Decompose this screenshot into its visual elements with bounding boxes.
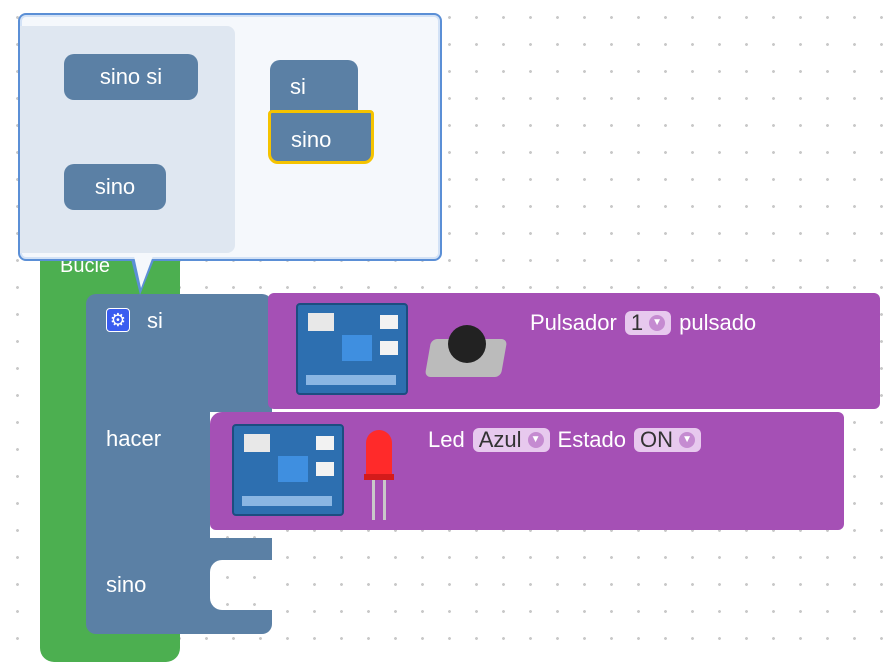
flyout-else-if-block[interactable]: sino si (64, 54, 198, 100)
led-color-value: Azul (478, 427, 522, 452)
mutator-else-block-selected[interactable]: sino (268, 110, 374, 164)
led-color-dropdown[interactable]: Azul ▼ (472, 427, 550, 452)
red-led-icon (362, 430, 396, 522)
button-block-prefix: Pulsador (530, 310, 617, 335)
chevron-down-icon: ▼ (679, 432, 696, 448)
arduino-board-icon (296, 303, 408, 395)
flyout-else-block[interactable]: sino (64, 164, 166, 210)
gear-icon[interactable]: ⚙ (106, 308, 130, 332)
arduino-board-icon (232, 424, 344, 516)
chevron-down-icon: ▼ (649, 315, 666, 331)
mutator-if-container-block[interactable]: si (270, 60, 358, 112)
if-label: si (147, 308, 163, 333)
button-pressed-block[interactable]: Pulsador 1 ▼ pulsado (268, 293, 880, 409)
else-label: sino (106, 572, 147, 597)
chevron-down-icon: ▼ (527, 432, 544, 448)
led-state-dropdown[interactable]: ON ▼ (634, 427, 702, 452)
led-state-label: Estado (557, 427, 627, 452)
led-state-value: ON (640, 427, 674, 452)
flyout-else-if-label: sino si (99, 64, 163, 89)
button-block-suffix: pulsado (679, 310, 757, 335)
flyout-else-label: sino (94, 174, 136, 199)
led-block-prefix: Led (428, 427, 465, 452)
mutator-if-label: si (290, 74, 306, 99)
button-number-dropdown[interactable]: 1 ▼ (624, 310, 672, 335)
mutator-else-label: sino (291, 127, 332, 152)
led-state-block[interactable]: Led Azul ▼ Estado ON ▼ (210, 412, 844, 530)
do-label: hacer (106, 426, 162, 451)
button-number-value: 1 (630, 310, 644, 335)
push-button-icon (424, 325, 508, 385)
